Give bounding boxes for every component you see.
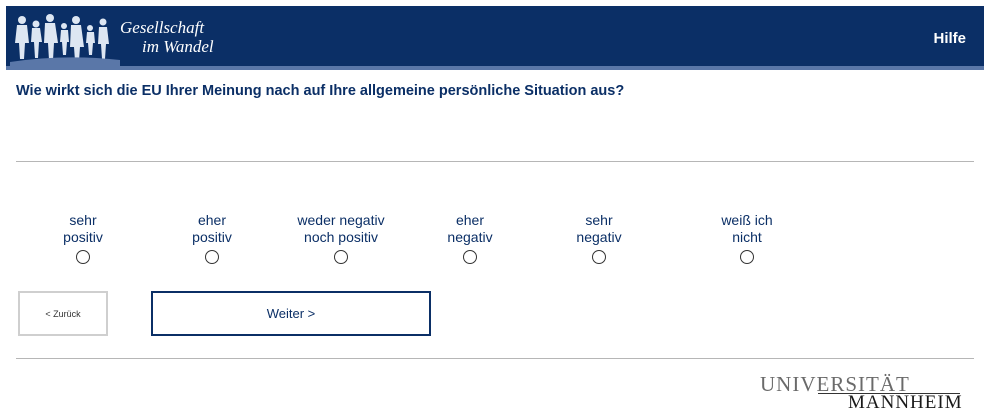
answer-option-label: eher positiv — [192, 212, 232, 245]
university-name-line2: MANNHEIM — [848, 392, 963, 413]
answer-option-label: sehr negativ — [576, 212, 622, 245]
gesellschaft-im-wandel-logo: Gesellschaft im Wandel — [10, 8, 246, 66]
logo-title-line2: im Wandel — [142, 37, 214, 56]
answer-option-sehr-positiv[interactable]: sehr positiv — [18, 212, 148, 264]
back-button[interactable]: < Zurück — [18, 291, 108, 336]
people-silhouettes-icon — [10, 14, 120, 66]
answer-option-sehr-negativ[interactable]: sehr negativ — [534, 212, 664, 264]
next-button[interactable]: Weiter > — [151, 291, 431, 336]
universitaet-mannheim-logo: UNIVERSITÄT MANNHEIM — [760, 372, 963, 414]
radio-sehr-negativ[interactable] — [592, 250, 606, 264]
answer-option-label: weder negativ noch positiv — [297, 212, 385, 245]
divider-bottom — [16, 358, 974, 359]
answer-option-eher-negativ[interactable]: eher negativ — [405, 212, 535, 264]
question-text: Wie wirkt sich die EU Ihrer Meinung nach… — [16, 83, 625, 99]
radio-eher-negativ[interactable] — [463, 250, 477, 264]
radio-sehr-positiv[interactable] — [76, 250, 90, 264]
radio-weiss-ich-nicht[interactable] — [740, 250, 754, 264]
radio-weder-negativ-noch-positiv[interactable] — [334, 250, 348, 264]
logo-title-line1: Gesellschaft — [120, 18, 205, 37]
answer-option-weder-negativ-noch-positiv[interactable]: weder negativ noch positiv — [276, 212, 406, 264]
answer-option-label: weiß ich nicht — [721, 212, 773, 245]
header-bar: Gesellschaft im Wandel Hilfe — [6, 6, 984, 70]
radio-eher-positiv[interactable] — [205, 250, 219, 264]
divider-top — [16, 161, 974, 162]
answer-option-label: sehr positiv — [63, 212, 103, 245]
help-link[interactable]: Hilfe — [933, 30, 966, 47]
answer-option-eher-positiv[interactable]: eher positiv — [147, 212, 277, 264]
logo-title: Gesellschaft im Wandel — [120, 18, 214, 56]
answer-option-weiss-ich-nicht[interactable]: weiß ich nicht — [682, 212, 812, 264]
answer-option-label: eher negativ — [447, 212, 493, 245]
